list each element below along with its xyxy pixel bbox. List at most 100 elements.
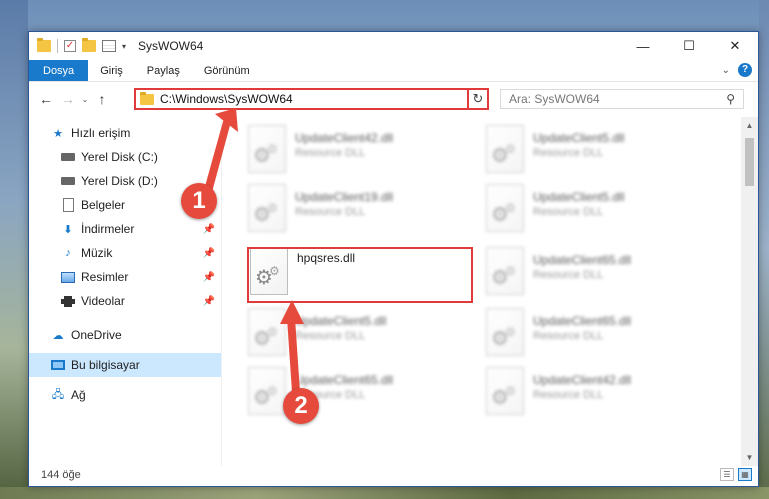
up-button[interactable]: ↑	[91, 91, 113, 107]
search-icon[interactable]: ⚲	[726, 92, 735, 106]
item-count: 144 öğe	[41, 469, 81, 481]
close-button[interactable]: ✕	[712, 32, 758, 60]
list-item[interactable]: ⚙ ⚙ UpdateClient5.dll Resource DLL	[486, 184, 706, 234]
file-name: UpdateClient5.dll	[533, 190, 625, 204]
sidebar-item-label: Yerel Disk (C:)	[81, 150, 158, 164]
file-name: UpdateClient65.dll	[533, 253, 632, 267]
sidebar-item-label: Hızlı erişim	[71, 126, 131, 140]
list-item[interactable]: ⚙ ⚙ UpdateClient42.dll Resource DLL	[486, 367, 706, 417]
back-button[interactable]: ←	[35, 91, 57, 107]
address-bar[interactable]: C:\Windows\SysWOW64 ⌄	[134, 88, 487, 110]
sidebar-item-this-pc[interactable]: Bu bilgisayar	[29, 353, 221, 377]
pin-icon[interactable]: 📌	[203, 296, 215, 307]
sidebar-item-label: Yerel Disk (D:)	[81, 174, 158, 188]
navigation-pane: ★ Hızlı erişim Yerel Disk (C:) Yerel Dis…	[29, 117, 222, 466]
sidebar-item-quick-access[interactable]: ★ Hızlı erişim	[29, 121, 221, 145]
downloads-icon: ⬇	[63, 223, 73, 236]
pin-icon[interactable]: 📌	[203, 272, 215, 283]
file-type: Resource DLL	[295, 147, 366, 159]
file-name: UpdateClient42.dll	[295, 131, 394, 145]
dll-file-icon: ⚙ ⚙	[486, 247, 524, 295]
vertical-scrollbar[interactable]: ▲ ▼	[741, 117, 758, 466]
quick-access-toolbar: ✓ ▾	[29, 38, 126, 53]
videos-icon	[61, 294, 75, 308]
refresh-button[interactable]: ↻	[467, 88, 489, 110]
tab-share[interactable]: Paylaş	[135, 60, 192, 81]
list-item[interactable]: ⚙ ⚙ UpdateClient19.dll Resource DLL	[248, 184, 468, 234]
list-item[interactable]: ⚙ ⚙ UpdateClient5.dll Resource DLL	[486, 125, 706, 175]
sidebar-item-label: OneDrive	[71, 328, 122, 342]
dll-file-icon: ⚙ ⚙	[486, 308, 524, 356]
network-icon: 🖧	[51, 388, 65, 401]
list-item[interactable]: ⚙ ⚙ UpdateClient65.dll Resource DLL	[486, 308, 706, 358]
properties-check-icon[interactable]: ✓	[64, 40, 76, 52]
help-icon[interactable]: ?	[738, 63, 752, 77]
sidebar-item-local-disk-c[interactable]: Yerel Disk (C:)	[29, 145, 221, 169]
folder-icon	[140, 91, 154, 105]
list-item[interactable]: ⚙ ⚙ UpdateClient65.dll Resource DLL	[248, 367, 468, 417]
tab-home[interactable]: Giriş	[88, 60, 135, 81]
file-type: Resource DLL	[533, 206, 604, 218]
sidebar-item-network[interactable]: 🖧 Ağ	[29, 383, 221, 407]
folder-icon	[37, 38, 51, 52]
status-bar: 144 öğe ☰ ▦	[29, 464, 758, 486]
scrollbar-thumb[interactable]	[745, 138, 754, 186]
dll-file-icon: ⚙ ⚙	[486, 125, 524, 173]
documents-icon	[61, 198, 75, 212]
sidebar-item-label: İndirmeler	[81, 222, 135, 236]
music-icon: ♪	[65, 247, 71, 259]
callout-number-2: 2	[283, 388, 319, 424]
tab-view[interactable]: Görünüm	[192, 60, 262, 81]
file-type: Resource DLL	[533, 147, 604, 159]
list-item[interactable]: ⚙ ⚙ UpdateClient65.dll Resource DLL	[486, 247, 706, 297]
new-folder-icon[interactable]	[82, 38, 96, 52]
expand-ribbon-chevron-icon[interactable]: ⌄	[722, 65, 730, 76]
pin-icon[interactable]: 📌	[203, 248, 215, 259]
list-item[interactable]: ⚙ ⚙ UpdateClient5.dll Resource DLL	[248, 308, 468, 358]
window-title: SysWOW64	[138, 39, 204, 53]
sidebar-item-label: Videolar	[81, 294, 125, 308]
file-name: UpdateClient65.dll	[295, 373, 394, 387]
list-item[interactable]: ⚙ ⚙ UpdateClient42.dll Resource DLL	[248, 125, 468, 175]
search-placeholder: Ara: SysWOW64	[509, 92, 600, 106]
pictures-icon	[61, 270, 75, 284]
desktop-background-bottom	[0, 487, 769, 499]
list-properties-icon[interactable]	[102, 40, 116, 52]
sidebar-item-onedrive[interactable]: ☁ OneDrive	[29, 323, 221, 347]
callout-number-1: 1	[181, 183, 217, 219]
dll-file-icon: ⚙ ⚙	[486, 184, 524, 232]
computer-icon	[51, 358, 65, 372]
tiles-view-icon[interactable]: ▦	[738, 468, 752, 481]
customize-toolbar-chevron-icon[interactable]: ▾	[122, 42, 126, 51]
toolbar-separator	[57, 39, 58, 53]
file-name: UpdateClient19.dll	[295, 190, 394, 204]
sidebar-item-downloads[interactable]: ⬇ İndirmeler 📌	[29, 217, 221, 241]
dll-file-icon: ⚙ ⚙	[248, 184, 286, 232]
details-view-icon[interactable]: ☰	[720, 468, 734, 481]
desktop-background-left	[0, 0, 28, 499]
file-name: UpdateClient42.dll	[533, 373, 632, 387]
sidebar-item-label: Bu bilgisayar	[71, 358, 140, 372]
sidebar-item-label: Ağ	[71, 388, 86, 402]
address-path[interactable]: C:\Windows\SysWOW64	[160, 92, 471, 106]
cloud-icon: ☁	[52, 329, 64, 342]
dll-file-icon: ⚙ ⚙	[248, 125, 286, 173]
sidebar-item-label: Müzik	[81, 246, 113, 260]
sidebar-item-label: Belgeler	[81, 198, 126, 212]
file-type: Resource DLL	[533, 330, 604, 342]
sidebar-item-videos[interactable]: Videolar 📌	[29, 289, 221, 313]
file-name: UpdateClient5.dll	[533, 131, 625, 145]
ribbon-tabs: Dosya Giriş Paylaş Görünüm ⌄ ?	[29, 60, 758, 82]
title-bar: ✓ ▾ SysWOW64 — ☐ ✕	[29, 32, 758, 60]
tab-file[interactable]: Dosya	[29, 60, 89, 81]
minimize-button[interactable]: —	[620, 32, 666, 60]
forward-button[interactable]: →	[57, 91, 79, 107]
maximize-button[interactable]: ☐	[666, 32, 712, 60]
sidebar-item-music[interactable]: ♪ Müzik 📌	[29, 241, 221, 265]
pin-icon[interactable]: 📌	[203, 224, 215, 235]
sidebar-item-pictures[interactable]: Resimler 📌	[29, 265, 221, 289]
scroll-up-icon[interactable]: ▲	[741, 117, 758, 134]
recent-locations-chevron-icon[interactable]: ⌄	[79, 95, 91, 104]
file-type: Resource DLL	[533, 389, 604, 401]
search-input[interactable]: Ara: SysWOW64 ⚲	[500, 89, 744, 109]
